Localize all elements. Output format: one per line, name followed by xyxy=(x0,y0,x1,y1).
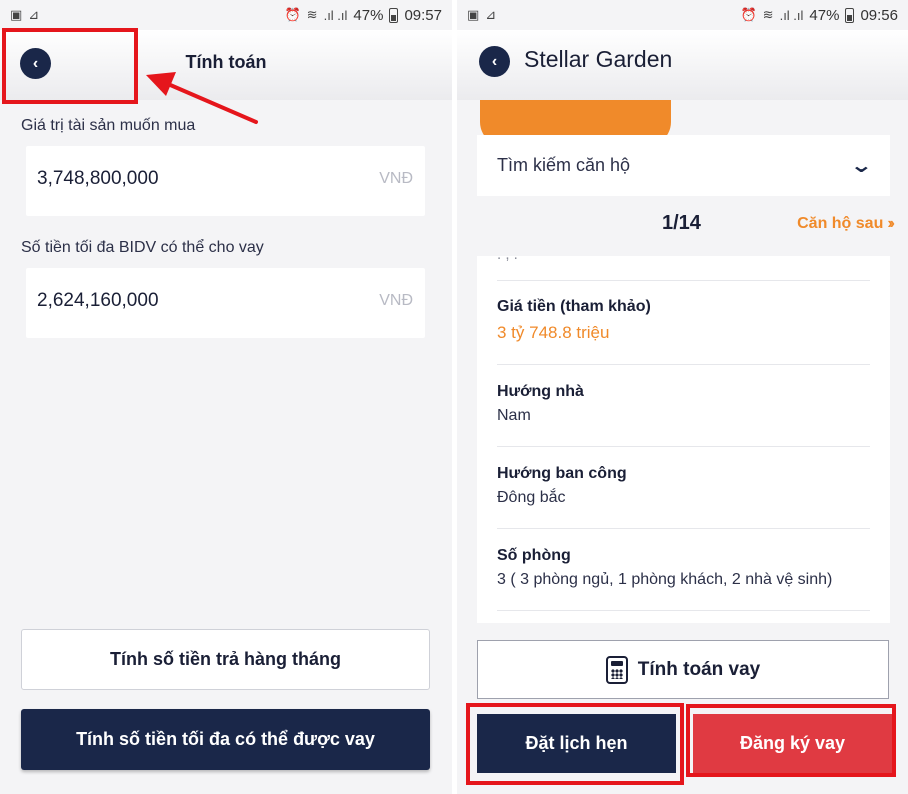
gallery-icon: ▣ xyxy=(467,7,480,22)
truncated-row: . , . xyxy=(497,256,518,263)
balcony-direction-label: Hướng ban công xyxy=(497,465,627,482)
alarm-icon: ⏰ xyxy=(284,7,301,22)
divider xyxy=(497,446,870,447)
activity-icon: ⊿ xyxy=(485,7,497,22)
app-header: ‹ Stellar Garden xyxy=(457,30,908,146)
price-value: 3 tỷ 748.8 triệu xyxy=(497,323,610,342)
status-bar: ▣ ⊿ ⏰ ≋ .ıl .ıl 47% 09:56 xyxy=(457,0,908,30)
apartment-detail-card: . , . Giá tiền (tham khảo) 3 tỷ 748.8 tr… xyxy=(477,256,890,623)
next-apartment-link[interactable]: Căn hộ sau ›› xyxy=(797,215,895,233)
chevron-down-icon: ⌄ xyxy=(849,155,874,177)
gallery-icon: ▣ xyxy=(10,7,23,22)
house-direction-label: Hướng nhà xyxy=(497,383,584,400)
alarm-icon: ⏰ xyxy=(740,7,757,22)
chevron-left-icon: ‹ xyxy=(491,52,498,70)
annotation-highlight-register xyxy=(686,704,896,777)
annotation-highlight-back xyxy=(2,28,138,104)
asset-value: 3,748,800,000 xyxy=(37,168,159,189)
battery-icon xyxy=(389,7,399,23)
max-loan-value: 2,624,160,000 xyxy=(37,290,159,311)
asset-value-field[interactable]: 3,748,800,000 VNĐ xyxy=(26,146,425,216)
balcony-direction-value: Đông bắc xyxy=(497,489,566,506)
rooms-label: Số phòng xyxy=(497,547,571,564)
pager-indicator: 1/14 xyxy=(662,212,701,234)
wifi-icon: ≋ xyxy=(762,7,774,22)
right-screen: ▣ ⊿ ⏰ ≋ .ıl .ıl 47% 09:56 ‹ Stellar Gard… xyxy=(457,0,908,794)
currency-unit: VNĐ xyxy=(379,292,413,309)
divider xyxy=(497,364,870,365)
wifi-icon: ≋ xyxy=(306,7,318,22)
currency-unit: VNĐ xyxy=(379,170,413,187)
battery-icon xyxy=(845,7,855,23)
loan-calculator-label: Tính toán vay xyxy=(637,658,761,680)
signal-icon: .ıl .ıl xyxy=(779,7,804,23)
back-button[interactable]: ‹ xyxy=(479,46,510,77)
rooms-value: 3 ( 3 phòng ngủ, 1 phòng khách, 2 nhà vệ… xyxy=(497,571,833,588)
loan-calculator-button[interactable]: Tính toán vay xyxy=(477,640,889,699)
clock: 09:56 xyxy=(860,6,898,24)
price-label: Giá tiền (tham khảo) xyxy=(497,298,651,315)
divider xyxy=(497,610,870,611)
asset-value-label: Giá trị tài sản muốn mua xyxy=(21,117,196,134)
max-loan-button[interactable]: Tính số tiền tối đa có thể được vay xyxy=(21,709,430,770)
next-apartment-label: Căn hộ sau xyxy=(797,215,884,232)
monthly-payment-button[interactable]: Tính số tiền trả hàng tháng xyxy=(21,629,430,690)
divider xyxy=(497,280,870,281)
battery-percent: 47% xyxy=(809,6,840,24)
max-loan-field[interactable]: 2,624,160,000 VNĐ xyxy=(26,268,425,338)
activity-icon: ⊿ xyxy=(28,7,40,22)
divider xyxy=(497,528,870,529)
apartment-search-dropdown[interactable]: Tìm kiếm căn hộ ⌄ xyxy=(477,135,890,196)
max-loan-label: Số tiền tối đa BIDV có thể cho vay xyxy=(21,239,264,256)
battery-percent: 47% xyxy=(353,6,384,24)
calculator-icon xyxy=(605,655,628,684)
annotation-highlight-book xyxy=(466,703,684,785)
clock: 09:57 xyxy=(404,6,442,24)
left-screen: ▣ ⊿ ⏰ ≋ .ıl .ıl 47% 09:57 ‹ Tính toán Gi… xyxy=(0,0,452,794)
house-direction-value: Nam xyxy=(497,407,531,424)
signal-icon: .ıl .ıl xyxy=(323,7,348,23)
status-bar: ▣ ⊿ ⏰ ≋ .ıl .ıl 47% 09:57 xyxy=(0,0,452,30)
double-chevron-right-icon: ›› xyxy=(887,215,894,232)
project-title: Stellar Garden xyxy=(524,46,673,72)
search-label: Tìm kiếm căn hộ xyxy=(497,155,631,175)
